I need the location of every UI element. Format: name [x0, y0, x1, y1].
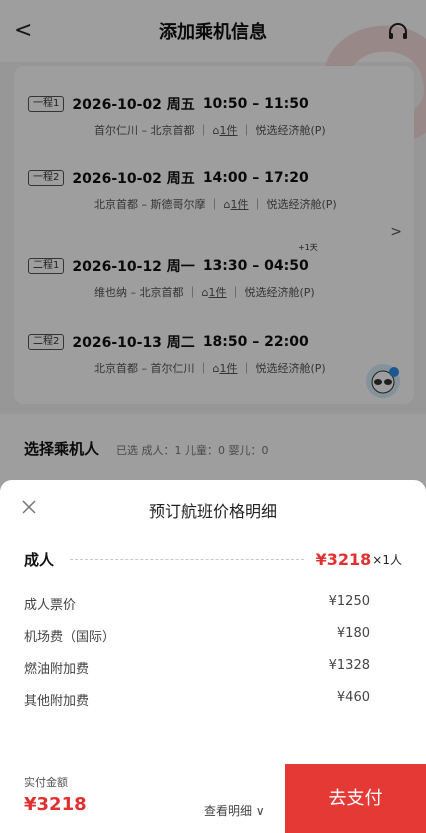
sheet-title: 预订航班价格明细: [148, 502, 277, 521]
pay-button[interactable]: 去支付: [285, 764, 426, 833]
dashed-divider: [70, 558, 304, 560]
view-details-link[interactable]: 查看明细 ∨: [204, 802, 265, 819]
pay-amount: ¥3218: [24, 794, 87, 815]
fee-value: ¥180: [336, 626, 370, 641]
adult-label: 成人: [24, 550, 55, 569]
price-detail-sheet: 预订航班价格明细 成人 ¥3218 ×1人 成人票价 ¥1250 机场费（国际）…: [0, 480, 426, 833]
fee-label: 其他附加费: [24, 694, 90, 709]
fee-row: 成人票价 ¥1250: [24, 594, 370, 613]
fee-label: 机场费（国际）: [24, 630, 116, 645]
adult-price: ¥3218: [315, 549, 372, 569]
fee-row: 其他附加费 ¥460: [24, 690, 370, 709]
adult-price-row: 成人 ¥3218 ×1人: [24, 548, 402, 570]
pay-amount-label: 实付金额: [24, 776, 68, 789]
fee-row: 燃油附加费 ¥1328: [24, 658, 370, 677]
fee-value: ¥1250: [328, 594, 370, 609]
adult-multiplier: ×1人: [372, 552, 402, 567]
fee-value: ¥1328: [328, 658, 370, 673]
fee-label: 燃油附加费: [24, 662, 90, 677]
fee-label: 成人票价: [24, 598, 77, 613]
fee-value: ¥460: [336, 690, 370, 705]
fee-row: 机场费（国际） ¥180: [24, 626, 370, 645]
